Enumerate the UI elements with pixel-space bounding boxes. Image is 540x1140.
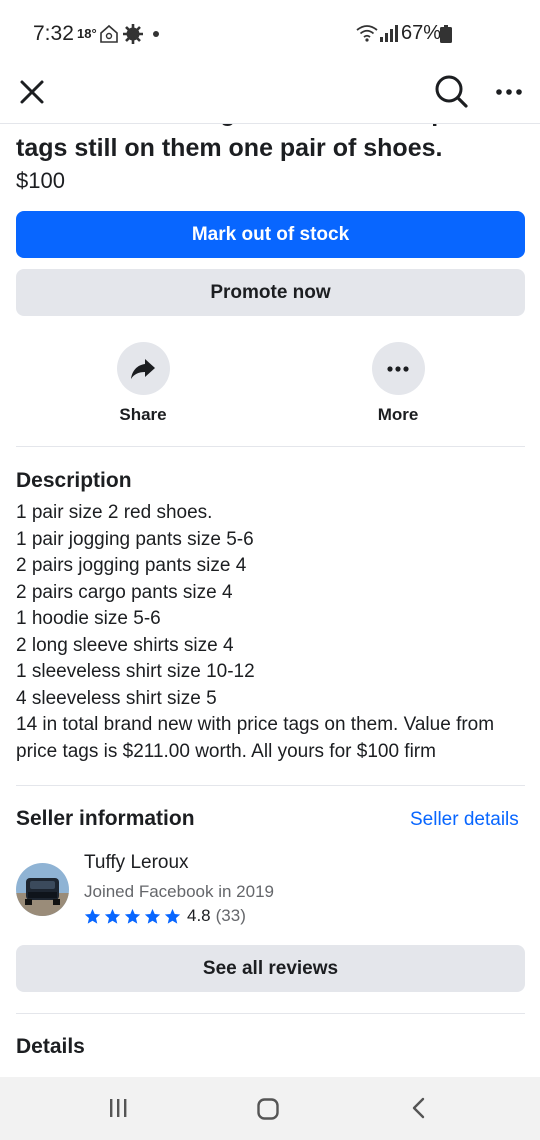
divider xyxy=(16,785,525,786)
description-line: 1 hoodie size 5-6 xyxy=(16,608,161,629)
see-all-reviews-button[interactable]: See all reviews xyxy=(16,945,525,992)
recent-apps-icon[interactable] xyxy=(107,1097,129,1119)
star-icon xyxy=(144,908,161,924)
more-button[interactable] xyxy=(371,342,425,395)
status-bar: 7:32 18° 67% xyxy=(0,0,540,66)
description-line: 4 sleeveless shirt size 5 xyxy=(16,687,217,709)
description-line: 1 pair jogging pants size 5-6 xyxy=(16,528,254,550)
star-icon xyxy=(84,908,101,924)
top-app-bar xyxy=(0,66,540,124)
share-action[interactable]: Share xyxy=(83,342,203,425)
seller-name[interactable]: Tuffy Leroux xyxy=(84,852,189,874)
description-line: 1 sleeveless shirt size 10-12 xyxy=(16,661,255,682)
description-line: 2 pairs cargo pants size 4 xyxy=(16,581,233,603)
seller-joined-date: Joined Facebook in 2019 xyxy=(84,882,274,901)
description-line: 2 pairs jogging pants size 4 xyxy=(16,555,247,576)
back-icon[interactable] xyxy=(408,1096,430,1120)
share-label: Share xyxy=(119,405,167,424)
home-status-icon xyxy=(100,24,118,43)
seller-rating: 4.8 (33) xyxy=(84,905,246,927)
more-dots-icon xyxy=(387,365,409,372)
rating-score: 4.8 xyxy=(187,906,211,925)
description-line: 2 long sleeve shirts size 4 xyxy=(16,634,234,656)
signal-icon xyxy=(380,25,398,42)
more-label: More xyxy=(377,405,419,424)
gear-status-icon xyxy=(123,24,143,44)
search-icon[interactable] xyxy=(432,72,470,110)
home-button-icon[interactable] xyxy=(256,1097,280,1121)
status-temperature: 18° xyxy=(77,26,97,41)
rating-count: (33) xyxy=(215,906,246,925)
battery-icon xyxy=(440,25,452,43)
promote-now-button[interactable]: Promote now xyxy=(16,269,525,316)
close-icon[interactable] xyxy=(14,74,50,110)
description-line: 1 pair size 2 red shoes. xyxy=(16,502,213,523)
star-icon xyxy=(164,908,181,924)
more-action[interactable]: More xyxy=(338,342,458,425)
divider xyxy=(16,446,525,447)
battery-percent: 67% xyxy=(401,22,442,44)
mark-out-of-stock-button[interactable]: Mark out of stock xyxy=(16,211,525,258)
wifi-icon xyxy=(356,25,378,42)
more-horizontal-icon[interactable] xyxy=(491,74,527,110)
listing-price: $100 xyxy=(16,168,65,193)
seller-information-heading: Seller information xyxy=(16,807,195,830)
description-body: 1 pair size 2 red shoes. 1 pair jogging … xyxy=(16,500,531,765)
star-icon xyxy=(104,908,121,924)
share-arrow-icon xyxy=(131,358,155,379)
details-heading: Details xyxy=(16,1035,85,1058)
notification-dot-icon xyxy=(153,31,159,37)
avatar[interactable] xyxy=(16,863,69,916)
description-heading: Description xyxy=(16,469,132,492)
divider xyxy=(16,1013,525,1014)
description-line: 14 in total brand new with price tags on… xyxy=(16,714,495,762)
status-time: 7:32 xyxy=(33,22,74,45)
star-icon xyxy=(124,908,141,924)
seller-details-link[interactable]: Seller details xyxy=(410,809,519,831)
share-button[interactable] xyxy=(116,342,170,395)
system-navigation-bar xyxy=(0,1077,540,1140)
